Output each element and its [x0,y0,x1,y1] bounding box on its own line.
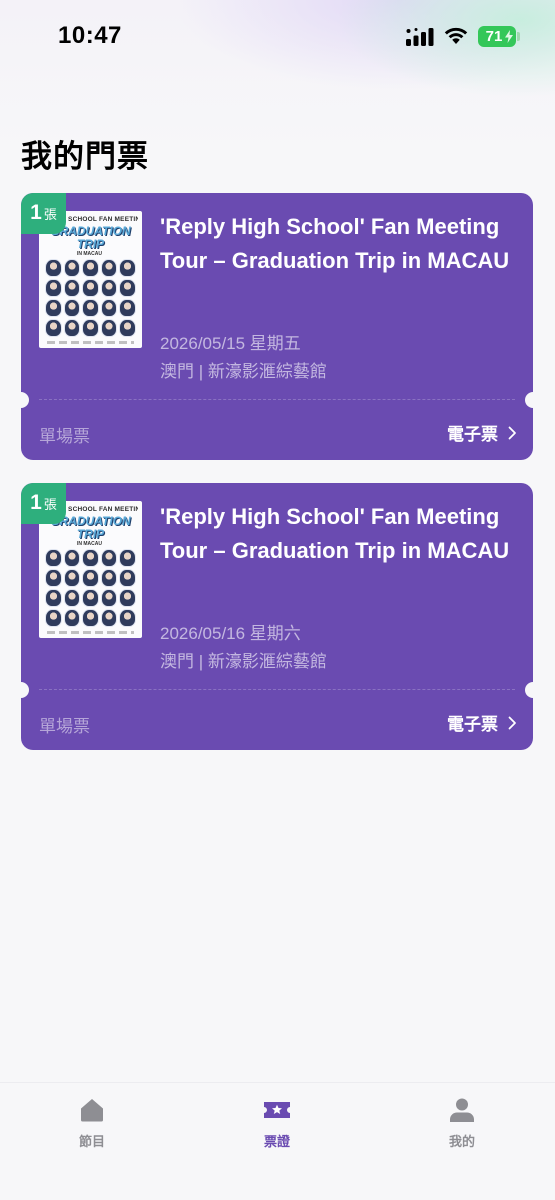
tab-label: 節目 [78,1134,105,1149]
wifi-icon [444,27,468,44]
quantity-unit: 張 [43,207,57,222]
tab-label: 我的 [448,1134,475,1149]
poster-footer [47,631,134,634]
ticket-type: 單場票 [39,427,90,446]
event-date: 2026/05/16 星期六 [160,624,301,643]
status-bar: 10:47 71 [0,0,555,72]
poster-footer [47,341,134,344]
poster-sub: IN MACAU [77,541,102,547]
tab-label: 票證 [263,1134,290,1149]
poster-member-grid [45,259,136,337]
poster-logo-line2: TRIP [76,527,105,541]
eticket-label: 電子票 [447,425,498,444]
signal-icon [406,28,434,46]
ticket-perforation [39,689,515,690]
battery-cap [517,32,520,41]
poster-logo-line2: TRIP [76,237,105,251]
ticket-perforation [39,399,515,400]
ticket-notch-right [525,392,533,408]
event-venue: 澳門 | 新濠影滙綜藝館 [160,362,327,381]
ticket-type: 單場票 [39,717,90,736]
chevron-right-icon [508,426,516,439]
tab-programs[interactable]: 節目 [32,1095,152,1155]
status-time: 10:47 [58,22,122,49]
tab-profile[interactable]: 我的 [402,1095,522,1155]
ticket-notch-left [21,392,29,408]
event-venue: 澳門 | 新濠影滙綜藝館 [160,652,327,671]
ticket-card[interactable]: 1 張 HIGH SCHOOL FAN MEETING TOUR GRADUAT… [21,193,533,460]
poster-member-grid [45,549,136,627]
event-date: 2026/05/15 星期五 [160,334,301,353]
home-icon [81,1099,103,1122]
quantity-badge: 1 張 [21,483,66,524]
page-title: 我的門票 [21,139,149,174]
event-title: 'Reply High School' Fan Meeting Tour – G… [160,504,510,563]
charging-bolt-icon [505,30,513,43]
ticket-notch-left [21,682,29,698]
battery-level: 71 [485,28,503,45]
event-title: 'Reply High School' Fan Meeting Tour – G… [160,214,510,273]
ticket-icon [264,1102,290,1118]
quantity-unit: 張 [43,497,57,512]
battery-icon: 71 [478,26,516,47]
bottom-tab-bar: 節目 票證 我的 [0,1082,555,1200]
tab-tickets[interactable]: 票證 [217,1095,337,1155]
quantity-badge: 1 張 [21,193,66,234]
chevron-right-icon [508,716,516,729]
poster-sub: IN MACAU [77,251,102,257]
quantity-number: 1 [30,201,42,224]
ticket-notch-right [525,682,533,698]
quantity-number: 1 [30,491,42,514]
eticket-button[interactable]: 電子票 [447,710,517,735]
ticket-card[interactable]: 1 張 HIGH SCHOOL FAN MEETING TOUR GRADUAT… [21,483,533,750]
person-icon [450,1098,474,1122]
eticket-label: 電子票 [447,715,498,734]
eticket-button[interactable]: 電子票 [447,420,517,445]
